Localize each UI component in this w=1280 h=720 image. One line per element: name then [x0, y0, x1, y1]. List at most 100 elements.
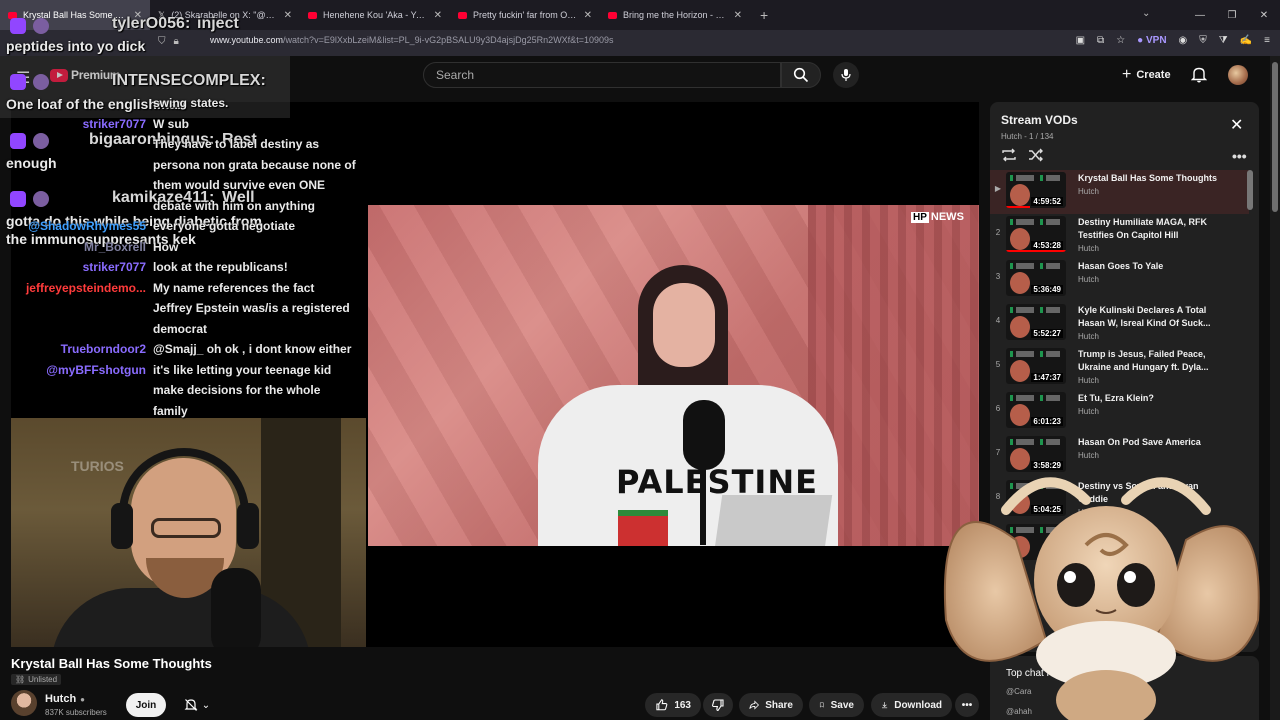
search-icon	[793, 67, 809, 83]
account-avatar[interactable]	[1228, 65, 1248, 85]
video-thumbnail[interactable]: 5:52:27	[1006, 304, 1066, 340]
close-icon[interactable]: ✕	[1230, 118, 1243, 134]
video-thumbnail[interactable]: 6:01:23	[1006, 392, 1066, 428]
video-thumbnail[interactable]: 5:36:49	[1006, 260, 1066, 296]
search-input[interactable]: Search	[423, 62, 781, 88]
loop-icon[interactable]	[1001, 148, 1017, 167]
playlist-item-info: Hasan On Pod Save America Hutch	[1078, 434, 1228, 460]
nav-right-icons: ▣ ⧉ ☆ ● VPN ◉ ⛨ ⧩ ✍ ≡	[1076, 35, 1270, 46]
download-icon	[882, 702, 888, 709]
browser-tab[interactable]: Pretty fuckin' far from OK - You ✕	[450, 0, 600, 30]
chevron-down-icon: ⌄	[201, 699, 211, 711]
playlist-item[interactable]: 5 1:47:37 Trump is Jesus, Failed Peace, Uk…	[990, 346, 1249, 390]
more-vertical-icon[interactable]: •••	[1232, 148, 1247, 164]
extensions-icon[interactable]: ⧩	[1219, 35, 1228, 46]
webcam-microphone	[211, 568, 261, 647]
search-button[interactable]	[781, 62, 821, 88]
page-scrollbar[interactable]	[1270, 56, 1280, 720]
bookmark-star-icon[interactable]: ☆	[1116, 35, 1125, 46]
close-tab-icon[interactable]: ✕	[434, 10, 442, 21]
join-button[interactable]: Join	[126, 693, 166, 717]
vpn-label: VPN	[1145, 35, 1167, 46]
tab-title: Pretty fuckin' far from OK - You	[473, 10, 578, 20]
screenshot-icon[interactable]: ⧉	[1097, 35, 1104, 46]
chat-message: it's like letting your teenage kid	[153, 362, 332, 377]
save-button[interactable]: Save	[809, 693, 864, 717]
browser-tab[interactable]: Bring me the Horizon - Black an ✕	[600, 0, 750, 30]
bell-icon	[1190, 67, 1208, 83]
scrollbar-thumb[interactable]	[1272, 62, 1278, 212]
thumbnail-overlay	[1010, 175, 1060, 181]
playlist-item[interactable]: 2 4:53:28 Destiny Humiliate MAGA, RFK Test…	[990, 214, 1249, 258]
watch-progress	[1006, 250, 1066, 252]
url-security-icons: ⛉ 🔒︎	[158, 36, 179, 47]
shield-icon[interactable]: ⛉	[158, 36, 166, 47]
restore-icon[interactable]: ❐	[1216, 10, 1248, 21]
playlist-item[interactable]: ▶ 4:59:52 Krystal Ball Has Some Thoughts Hu…	[990, 170, 1249, 214]
close-tab-icon[interactable]: ✕	[584, 10, 592, 21]
youtube-icon	[608, 11, 617, 19]
thumbnail-face	[1010, 184, 1030, 206]
video-thumbnail[interactable]: 4:53:28	[1006, 216, 1066, 252]
playlist-item[interactable]: 6 6:01:23 Et Tu, Ezra Klein? Hutch	[990, 390, 1249, 434]
close-tab-icon[interactable]: ✕	[284, 10, 292, 21]
twitch-icon	[10, 18, 26, 34]
chat-message: @Smajj_ oh ok , i dont know either	[153, 342, 352, 356]
video-duration: 4:53:28	[1031, 241, 1063, 250]
create-button[interactable]: + Create	[1122, 66, 1171, 84]
playlist-item-channel: Hutch	[1078, 376, 1099, 385]
close-tab-icon[interactable]: ✕	[734, 10, 742, 21]
video-duration: 5:36:49	[1031, 285, 1063, 294]
menu-icon[interactable]: ≡	[1264, 35, 1270, 46]
chat-message: My name references the fact	[153, 280, 315, 295]
video-thumbnail[interactable]: 3:58:29	[1006, 436, 1066, 472]
browser-nav-bar: ⛉ 🔒︎ www.youtube.com/watch?v=E9lXxbLzeiM…	[0, 30, 1280, 56]
webcam-sign: TURIOS	[71, 458, 124, 474]
chat-message: W sub	[153, 116, 189, 131]
chat-message: everyone gotta negotiate	[153, 219, 296, 233]
notifications-button[interactable]	[1190, 66, 1208, 88]
new-tab-icon[interactable]: +	[750, 7, 778, 23]
channel-name-row[interactable]: Hutch ●	[45, 693, 85, 705]
extension-icon[interactable]: ✍	[1240, 35, 1252, 46]
video-duration: 5:52:27	[1031, 329, 1063, 338]
like-button[interactable]: 163	[645, 693, 701, 717]
dislike-button[interactable]	[703, 693, 733, 717]
thumbnail-overlay	[1010, 439, 1060, 445]
overlay-username: tylerO056:	[112, 15, 191, 32]
reader-icon[interactable]: ▣	[1076, 35, 1085, 46]
video-thumbnail[interactable]: 4:59:52	[1006, 172, 1066, 208]
subscription-notifications-button[interactable]: ⌄	[173, 693, 221, 717]
playlist-title[interactable]: Stream VODs	[1001, 113, 1078, 127]
vpn-button[interactable]: ● VPN	[1137, 35, 1166, 46]
playlist-scrollbar[interactable]	[1247, 170, 1253, 210]
playlist-item[interactable]: 3 5:36:49 Hasan Goes To Yale Hutch	[990, 258, 1249, 302]
headset-ear-left	[111, 503, 133, 549]
chat-username: Trueborndoor2	[60, 342, 146, 356]
playlist-item[interactable]: 4 5:52:27 Kyle Kulinski Declares A Total H…	[990, 302, 1249, 346]
playlist-index: ▶	[994, 184, 1002, 193]
share-button[interactable]: Share	[739, 693, 803, 717]
voice-search-button[interactable]	[833, 62, 859, 88]
shield-extension-icon[interactable]: ⛨	[1199, 35, 1207, 46]
account-icon[interactable]: ◉	[1179, 35, 1188, 46]
chat-username: @ShadowRhymes55	[28, 219, 146, 233]
video-thumbnail[interactable]: 1:47:37	[1006, 348, 1066, 384]
moth-mascot-overlay	[943, 477, 1260, 720]
user-badge-icon	[33, 191, 49, 207]
tab-list-chevron-icon[interactable]: ⌄	[1142, 8, 1150, 19]
close-window-icon[interactable]: ✕	[1248, 10, 1280, 21]
channel-avatar[interactable]	[11, 690, 37, 716]
minimize-icon[interactable]: —	[1184, 10, 1216, 21]
headset-ear-right	[237, 503, 259, 549]
unlisted-badge: ⛓ Unlisted	[11, 674, 62, 685]
playlist-index: 7	[995, 448, 1001, 457]
thumbs-up-icon	[656, 699, 668, 711]
bookmark-icon	[819, 702, 824, 708]
save-label: Save	[830, 699, 854, 711]
url-bar[interactable]: www.youtube.com/watch?v=E9lXxbLzeiM&list…	[210, 35, 613, 45]
lock-icon[interactable]: 🔒︎	[174, 36, 179, 47]
chat-message: family	[153, 403, 188, 418]
shuffle-icon[interactable]	[1028, 148, 1044, 167]
browser-tab[interactable]: Henehene Kou 'Aka - YouTube ✕	[300, 0, 450, 30]
